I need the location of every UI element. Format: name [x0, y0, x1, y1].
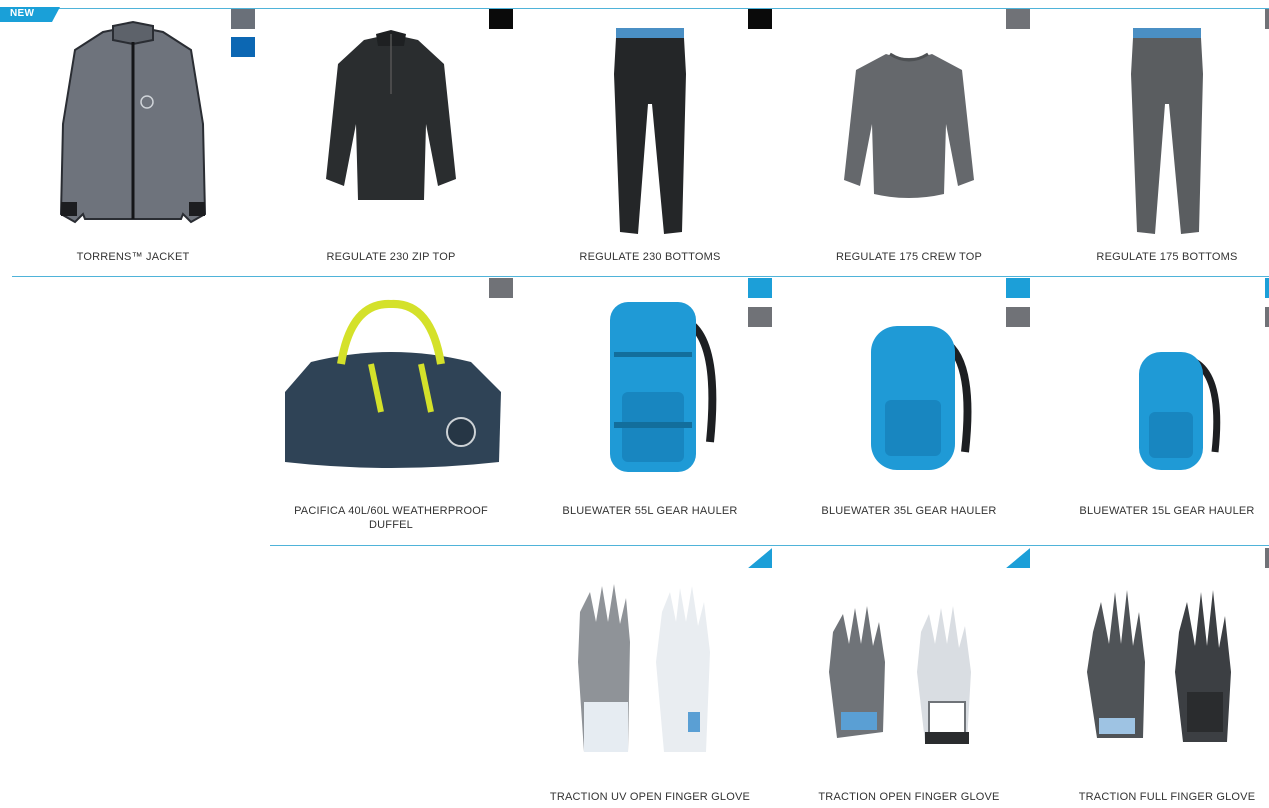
row-divider-3 [270, 545, 1269, 546]
color-swatch-cyan[interactable] [748, 278, 772, 298]
color-swatch-gray[interactable] [1006, 9, 1030, 29]
product-torrens-jacket[interactable]: TORRENS™ JACKET [6, 14, 260, 274]
row-divider-2 [12, 276, 1269, 277]
color-swatch-gray[interactable] [1265, 9, 1269, 29]
product-bluewater-35l[interactable]: BLUEWATER 35L GEAR HAULER [782, 282, 1036, 544]
bottoms-icon [523, 14, 777, 239]
color-swatch-cyan[interactable] [1006, 278, 1030, 298]
glove-icon [1040, 552, 1269, 752]
color-swatch-black[interactable] [748, 9, 772, 29]
backpack-icon [1040, 282, 1269, 482]
color-swatch-gray[interactable] [1265, 548, 1269, 568]
product-regulate-230-bottoms[interactable]: REGULATE 230 BOTTOMS [523, 14, 777, 274]
color-swatch-slate[interactable] [231, 9, 255, 29]
zip-top-icon [264, 14, 518, 229]
product-name: REGULATE 230 ZIP TOP [326, 251, 456, 263]
color-swatch-blue[interactable] [231, 37, 255, 57]
product-name: BLUEWATER 15L GEAR HAULER [1079, 505, 1255, 517]
color-swatch-cyan[interactable] [1265, 278, 1269, 298]
backpack-icon [523, 282, 777, 482]
product-name: TORRENS™ JACKET [76, 251, 190, 263]
color-swatch-gray[interactable] [1006, 307, 1030, 327]
product-name: BLUEWATER 55L GEAR HAULER [562, 505, 738, 517]
product-name: TRACTION FULL FINGER GLOVE [1078, 791, 1256, 803]
color-swatch-black[interactable] [489, 9, 513, 29]
product-regulate-175-crew-top[interactable]: REGULATE 175 CREW TOP [782, 14, 1036, 274]
bottoms-icon [1040, 14, 1269, 239]
product-pacifica-duffel[interactable]: PACIFICA 40L/60L WEATHERPROOF DUFFEL [264, 282, 518, 544]
product-name: TRACTION UV OPEN FINGER GLOVE [549, 791, 751, 803]
product-traction-open-finger-glove[interactable]: TRACTION OPEN FINGER GLOVE [782, 552, 1036, 808]
product-name: REGULATE 230 BOTTOMS [579, 251, 721, 263]
glove-icon [523, 552, 777, 752]
glove-icon [782, 552, 1036, 752]
product-name: PACIFICA 40L/60L WEATHERPROOF DUFFEL [294, 505, 488, 531]
product-bluewater-15l[interactable]: BLUEWATER 15L GEAR HAULER [1040, 282, 1269, 544]
color-swatch-white-cyan[interactable] [748, 548, 772, 568]
product-regulate-175-bottoms[interactable]: REGULATE 175 BOTTOMS [1040, 14, 1269, 274]
row-divider-1 [0, 8, 1269, 9]
jacket-icon [6, 14, 260, 229]
color-swatch-gray[interactable] [748, 307, 772, 327]
product-name: REGULATE 175 CREW TOP [835, 251, 983, 263]
product-name: BLUEWATER 35L GEAR HAULER [821, 505, 997, 517]
duffel-icon [264, 282, 518, 482]
color-swatch-white-cyan[interactable] [1006, 548, 1030, 568]
product-bluewater-55l[interactable]: BLUEWATER 55L GEAR HAULER [523, 282, 777, 544]
product-name: TRACTION OPEN FINGER GLOVE [818, 791, 1000, 803]
crew-top-icon [782, 14, 1036, 229]
backpack-icon [782, 282, 1036, 482]
color-swatch-gray[interactable] [489, 278, 513, 298]
product-traction-full-finger-glove[interactable]: TRACTION FULL FINGER GLOVE [1040, 552, 1269, 808]
product-name: REGULATE 175 BOTTOMS [1096, 251, 1238, 263]
product-regulate-230-zip-top[interactable]: REGULATE 230 ZIP TOP [264, 14, 518, 274]
product-traction-uv-open-finger-glove[interactable]: TRACTION UV OPEN FINGER GLOVE [523, 552, 777, 808]
color-swatch-gray[interactable] [1265, 307, 1269, 327]
